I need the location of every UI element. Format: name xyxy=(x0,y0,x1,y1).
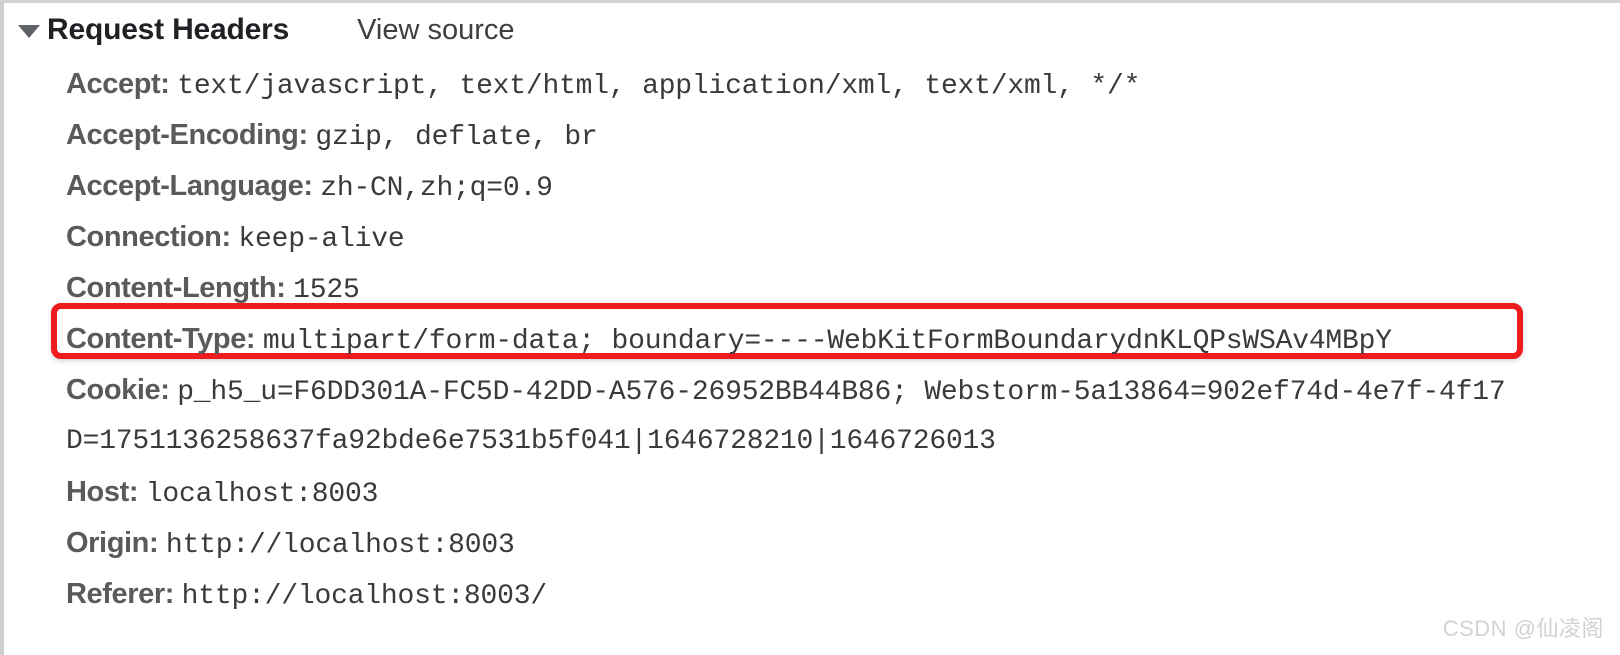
chevron-down-icon[interactable] xyxy=(18,25,40,38)
header-row-content-length[interactable]: Content-Length: 1525 xyxy=(66,263,1620,314)
header-value: zh-CN,zh;q=0.9 xyxy=(320,173,553,204)
header-name: Connection: xyxy=(66,221,239,253)
header-value: multipart/form-data; boundary=----WebKit… xyxy=(262,326,1392,357)
header-value-continuation: D=1751136258637fa92bde6e7531b5f041|16467… xyxy=(66,426,996,457)
header-name: Content-Length: xyxy=(66,272,294,304)
request-headers-section-header[interactable]: Request Headers View source xyxy=(4,3,1620,57)
view-source-link[interactable]: View source xyxy=(357,14,514,47)
header-name: Cookie: xyxy=(66,374,178,406)
header-name: Accept-Language: xyxy=(66,170,321,202)
header-row-cookie-continuation[interactable]: D=1751136258637fa92bde6e7531b5f041|16467… xyxy=(66,416,1620,467)
header-row-accept[interactable]: Accept: text/javascript, text/html, appl… xyxy=(66,59,1620,110)
header-value: p_h5_u=F6DD301A-FC5D-42DD-A576-26952BB44… xyxy=(177,377,1506,408)
header-value: 1525 xyxy=(293,275,360,306)
header-row-connection[interactable]: Connection: keep-alive xyxy=(66,212,1620,263)
header-row-cookie[interactable]: Cookie: p_h5_u=F6DD301A-FC5D-42DD-A576-2… xyxy=(66,365,1620,416)
header-name: Host: xyxy=(66,476,146,508)
header-name: Content-Type: xyxy=(66,323,263,355)
header-row-accept-language[interactable]: Accept-Language: zh-CN,zh;q=0.9 xyxy=(66,161,1620,212)
header-row-origin[interactable]: Origin: http://localhost:8003 xyxy=(66,518,1620,569)
header-row-content-type[interactable]: Content-Type: multipart/form-data; bound… xyxy=(66,314,1620,365)
header-value: http://localhost:8003 xyxy=(165,530,515,561)
header-value: http://localhost:8003/ xyxy=(181,581,547,612)
header-name: Accept: xyxy=(66,68,178,100)
header-name: Origin: xyxy=(66,527,166,559)
header-value: text/javascript, text/html, application/… xyxy=(177,71,1141,102)
header-name: Referer: xyxy=(66,578,182,610)
watermark: CSDN @仙凌阁 xyxy=(1442,616,1604,641)
highlighted-header-group: Content-Type: multipart/form-data; bound… xyxy=(51,303,1620,365)
request-headers-panel: Request Headers View source Accept: text… xyxy=(0,0,1620,655)
header-name: Accept-Encoding: xyxy=(66,119,316,151)
header-row-accept-encoding[interactable]: Accept-Encoding: gzip, deflate, br xyxy=(66,110,1620,161)
page-title: Request Headers xyxy=(47,13,290,46)
header-row-host[interactable]: Host: localhost:8003 xyxy=(66,467,1620,518)
header-value: localhost:8003 xyxy=(145,479,379,510)
header-value: keep-alive xyxy=(238,224,405,255)
header-row-referer[interactable]: Referer: http://localhost:8003/ xyxy=(66,569,1620,620)
header-value: gzip, deflate, br xyxy=(315,122,598,153)
headers-list: Accept: text/javascript, text/html, appl… xyxy=(4,57,1620,620)
